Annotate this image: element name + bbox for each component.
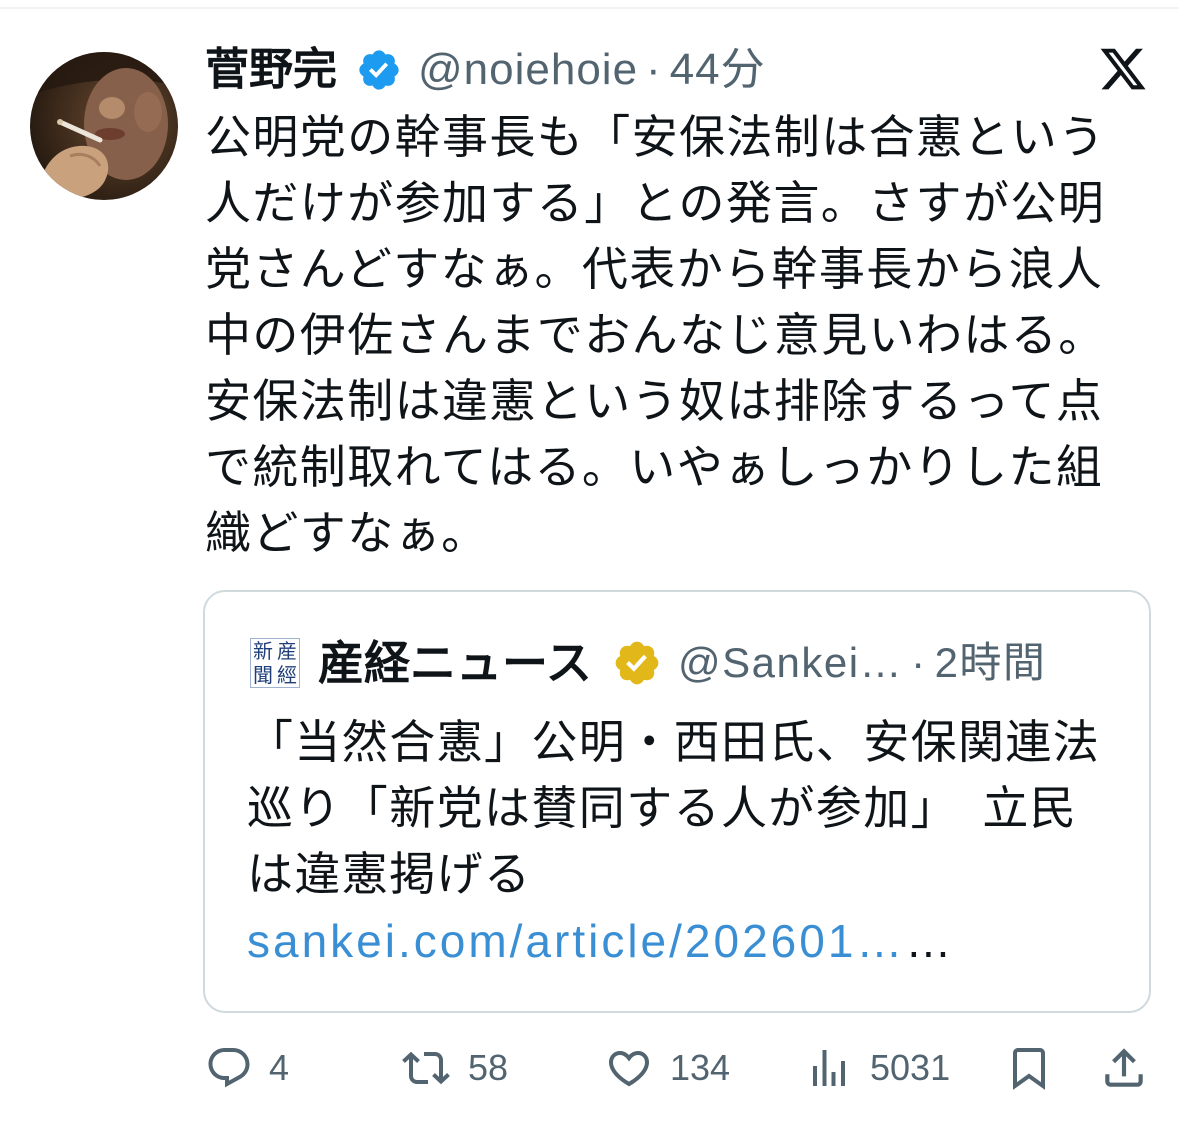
bookmark-icon xyxy=(1013,1048,1045,1090)
reply-icon xyxy=(208,1048,250,1088)
like-button[interactable]: 134 xyxy=(604,1044,730,1092)
gold-verified-badge-icon xyxy=(612,638,662,688)
views-icon xyxy=(813,1050,845,1086)
logo-char: 新 xyxy=(253,639,273,663)
tweet-text-line: 人だけが参加する」との発言。さすが公明 xyxy=(205,177,1106,229)
tweet-text-line: 安保法制は違憲という奴は排除するって点 xyxy=(205,375,1104,427)
quoted-post-card[interactable]: 新 産 聞 經 産経ニュース @Sankei… · 2時間 「当然合憲」公明・西… xyxy=(203,590,1151,1013)
logo-char: 經 xyxy=(277,663,297,687)
article-link[interactable]: sankei.com/article/202601… xyxy=(247,915,905,967)
truncation-ellipsis: … xyxy=(905,915,955,967)
reply-button[interactable]: 4 xyxy=(205,1044,289,1092)
avatar-photo xyxy=(30,52,178,200)
tweet-text: 公明党の幹事長も「安保法制は合憲という 人だけが参加する」との発言。さすが公明 … xyxy=(205,104,1150,566)
avatar[interactable] xyxy=(30,52,178,200)
author-name[interactable]: 菅野完 xyxy=(205,44,337,96)
reply-count: 4 xyxy=(269,1047,290,1088)
quoted-text-line: 「当然合憲」公明・西田氏、安保関連法 xyxy=(247,716,1101,768)
x-logo-icon[interactable] xyxy=(1098,44,1148,94)
verified-badge-icon xyxy=(356,47,402,93)
author-meta: @noiehoie · 44分 xyxy=(418,44,766,96)
tweet-text-line: 公明党の幹事長も「安保法制は合憲という xyxy=(205,111,1106,163)
bookmark-button[interactable] xyxy=(1005,1044,1053,1092)
quoted-post-text: 「当然合憲」公明・西田氏、安保関連法 巡り「新党は賛同する人が参加」 立民 は違… xyxy=(247,709,1127,907)
quoted-author-name[interactable]: 産経ニュース xyxy=(318,637,592,689)
quoted-author-meta: @Sankei… · 2時間 xyxy=(678,637,1046,689)
repost-button[interactable]: 58 xyxy=(400,1044,508,1092)
quoted-text-line: は違憲掲げる xyxy=(247,848,532,900)
top-divider xyxy=(0,7,1179,9)
logo-char: 産 xyxy=(277,639,297,663)
tweet-text-line: で統制取れてはる。いやぁしっかりした組 xyxy=(205,441,1104,493)
sankei-logo: 新 産 聞 經 xyxy=(250,638,300,688)
quoted-link-row: sankei.com/article/202601…… xyxy=(247,908,954,974)
like-icon xyxy=(608,1051,650,1087)
meta-separator: · xyxy=(911,639,927,686)
quoted-author-handle[interactable]: @Sankei… xyxy=(678,637,903,689)
share-icon xyxy=(1105,1048,1143,1087)
like-count: 134 xyxy=(670,1047,731,1088)
author-handle[interactable]: @noiehoie xyxy=(418,44,638,96)
repost-count: 58 xyxy=(468,1047,509,1088)
tweet-text-line: 党さんどすなぁ。代表から幹事長から浪人 xyxy=(205,243,1104,295)
tweet-text-line: 織どすなぁ。 xyxy=(205,507,489,559)
meta-separator: · xyxy=(646,45,662,94)
views-button[interactable]: 5031 xyxy=(804,1044,950,1092)
quoted-text-line: 巡り「新党は賛同する人が参加」 立民 xyxy=(247,782,1078,834)
repost-icon xyxy=(402,1051,450,1085)
views-count: 5031 xyxy=(870,1047,951,1088)
tweet-text-line: 中の伊佐さんまでおんなじ意見いわはる。 xyxy=(205,309,1106,361)
logo-char: 聞 xyxy=(253,663,273,687)
share-button[interactable] xyxy=(1099,1043,1149,1093)
quoted-post-time[interactable]: 2時間 xyxy=(935,637,1047,689)
post-time[interactable]: 44分 xyxy=(670,44,766,96)
